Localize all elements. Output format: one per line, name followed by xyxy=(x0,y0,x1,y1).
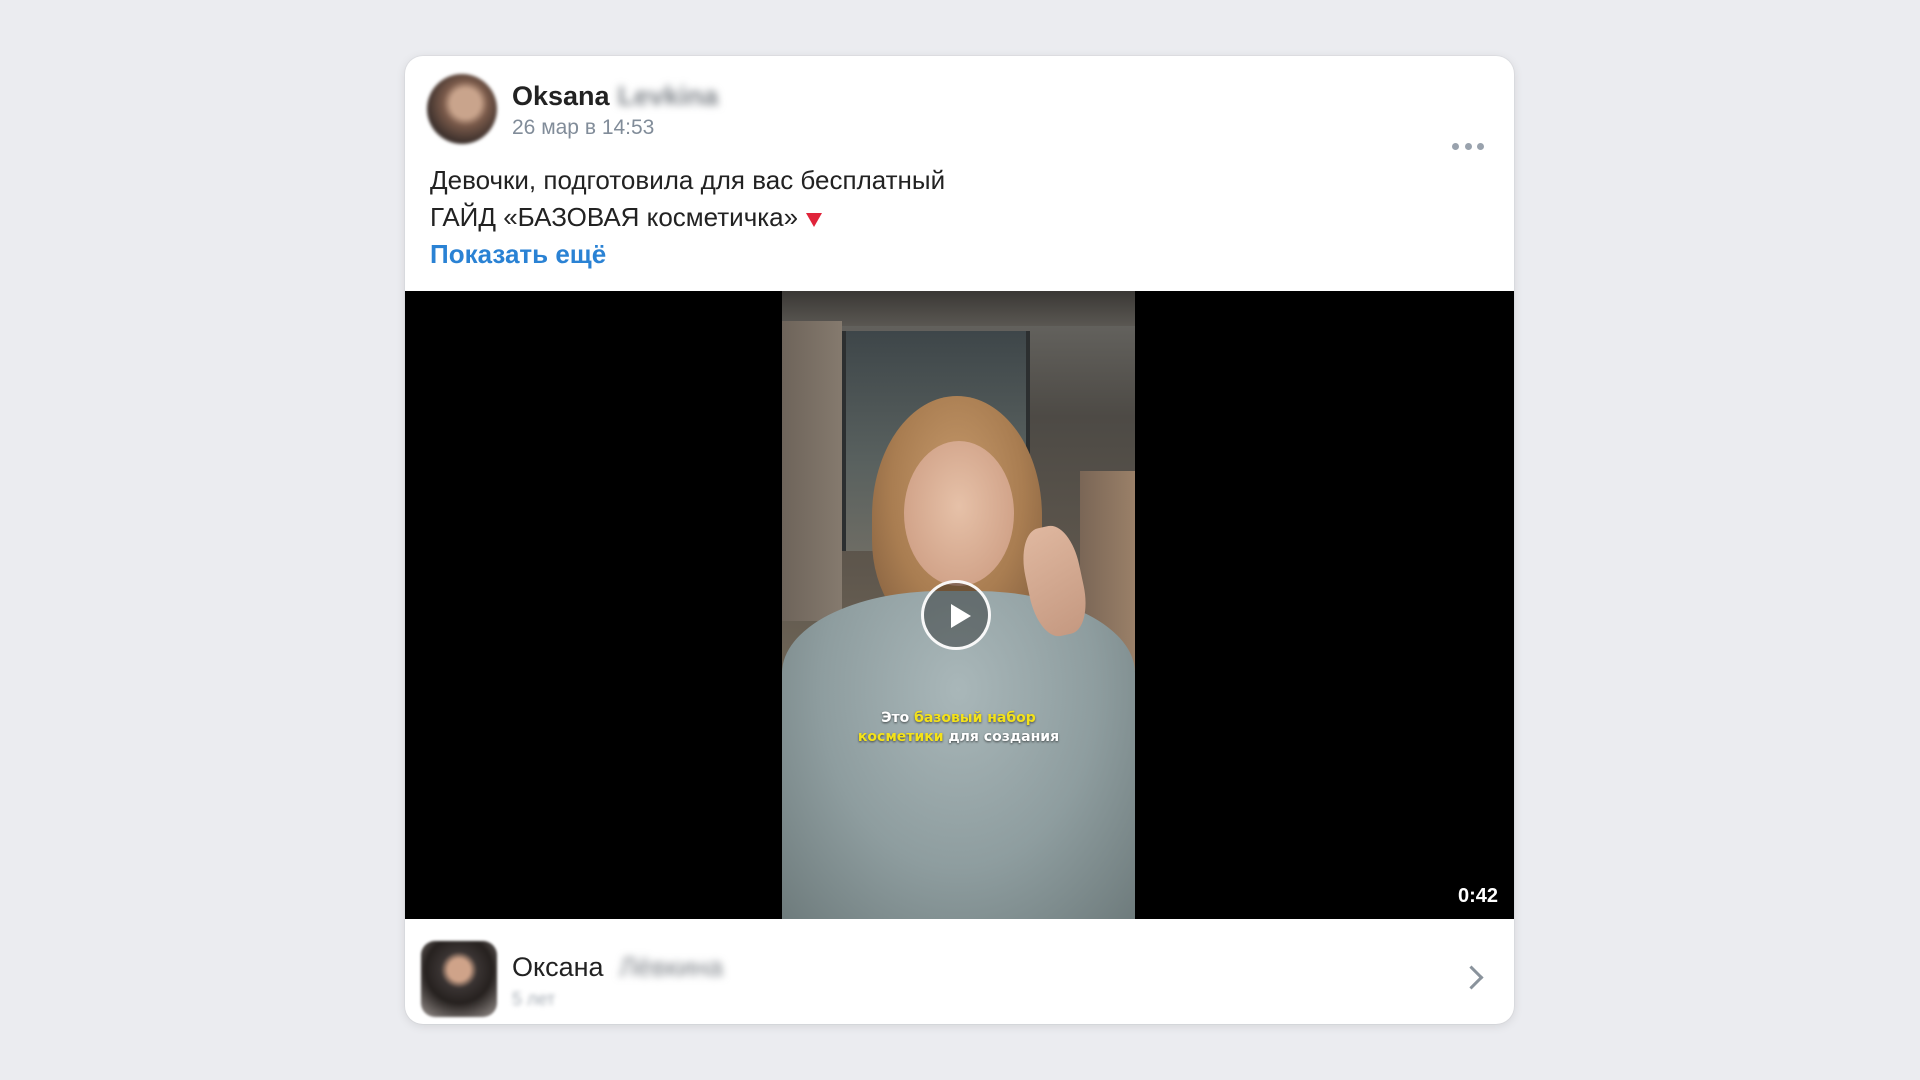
author-avatar[interactable] xyxy=(427,74,497,144)
video-author-subtitle-blurred: 5 лет xyxy=(512,989,556,1009)
video-author-row[interactable]: Оксана Лёвкина 5 лет xyxy=(405,919,1514,1024)
more-horizontal-icon xyxy=(1452,142,1459,150)
post-text-line-2: ГАЙД «БАЗОВАЯ косметичка» xyxy=(430,199,1430,236)
video-duration: 0:42 xyxy=(1457,885,1498,907)
chevron-right-icon[interactable] xyxy=(1459,965,1484,990)
author-first-name[interactable]: Oksana xyxy=(512,81,610,111)
video-author-first-name: Оксана xyxy=(512,952,604,982)
video-author-avatar[interactable] xyxy=(421,941,497,1017)
caption-highlight-1: базовый набор xyxy=(914,710,1036,726)
post-text: Девочки, подготовила для вас бесплатный … xyxy=(430,162,1430,273)
author-name[interactable]: Oksana Levkina xyxy=(512,78,718,114)
post-header: Oksana Levkina 26 мар в 14:53 xyxy=(405,56,1514,156)
post-card: Oksana Levkina 26 мар в 14:53 Девочки, по… xyxy=(405,56,1514,1024)
post-text-line-1: Девочки, подготовила для вас бесплатный xyxy=(430,165,946,195)
caption-word: Это xyxy=(881,710,910,726)
red-triangle-down-icon xyxy=(806,213,823,227)
play-icon[interactable] xyxy=(921,580,991,650)
more-dot xyxy=(1477,142,1484,150)
caption-rest: для создания xyxy=(948,729,1060,745)
author-last-name-blurred: Levkina xyxy=(617,81,719,111)
more-dot xyxy=(1464,142,1472,150)
show-more-link[interactable]: Показать ещё xyxy=(430,236,606,273)
video-author-last-name-blurred: Лёвкина xyxy=(619,952,723,982)
video-author-name[interactable]: Оксана Лёвкина xyxy=(512,949,723,985)
post-timestamp[interactable]: 26 мар в 14:53 xyxy=(512,114,654,142)
post-text-line-2-content: ГАЙД «БАЗОВАЯ косметичка» xyxy=(430,202,799,232)
video-caption: Это базовый набор косметики для создания xyxy=(782,709,1135,747)
more-options-button[interactable] xyxy=(1452,141,1484,151)
caption-highlight-2: косметики xyxy=(857,729,944,745)
video-player[interactable]: Это базовый набор косметики для создания… xyxy=(405,291,1514,919)
